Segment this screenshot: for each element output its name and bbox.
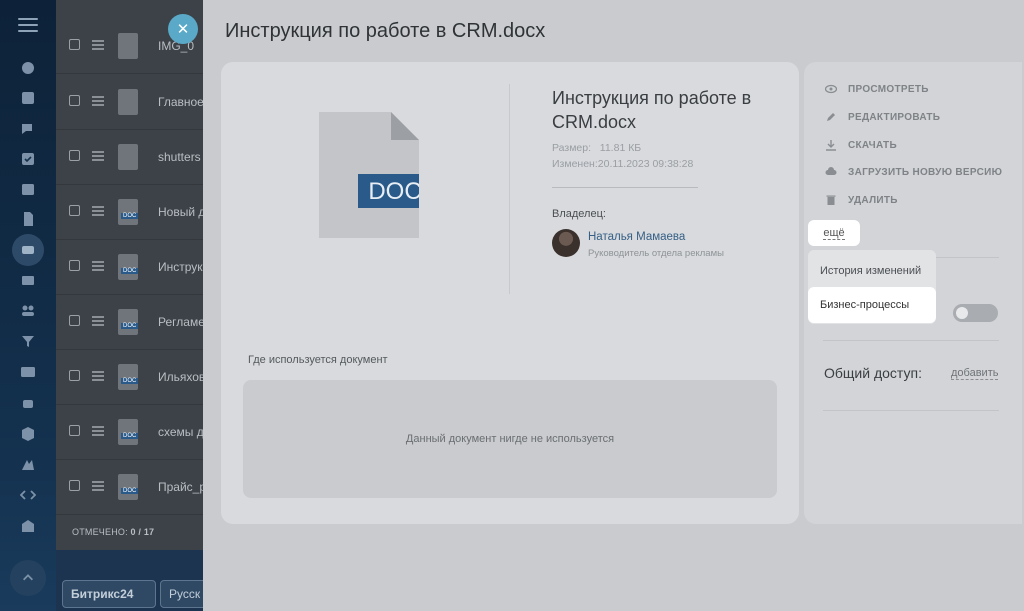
avatar[interactable] <box>552 229 580 257</box>
panel-title: Инструкция по работе в CRM.docx <box>225 20 546 42</box>
contact-card-icon[interactable] <box>18 362 38 382</box>
divider <box>552 187 698 188</box>
drag-handle-icon[interactable] <box>92 426 104 436</box>
store-icon[interactable] <box>18 516 38 536</box>
feed-icon[interactable] <box>18 58 38 78</box>
toggle-switch[interactable] <box>953 304 998 322</box>
owner-label: Владелец: <box>552 208 606 220</box>
doc-badge: DOC <box>368 178 419 205</box>
row-checkbox[interactable] <box>69 315 80 326</box>
modified-value: 20.11.2023 09:38:28 <box>597 158 694 170</box>
view-button[interactable]: ПРОСМОТРЕТЬ <box>824 81 929 97</box>
modified-info: Изменен:20.11.2023 09:38:28 <box>552 158 693 170</box>
drive-icon[interactable] <box>12 234 44 266</box>
doc-file-icon <box>118 474 139 500</box>
image-file-icon <box>118 144 138 170</box>
download-icon <box>824 138 838 152</box>
menu-icon[interactable] <box>18 18 38 32</box>
size-value: 11.81 КБ <box>599 142 642 154</box>
doc-file-icon: DOC <box>319 112 419 238</box>
sharing-add-link[interactable]: добавить <box>951 367 999 380</box>
selected-counter-value: 0 / 17 <box>130 527 155 537</box>
size-label: Размер: <box>552 142 592 154</box>
tasks-icon[interactable] <box>18 88 38 108</box>
more-button[interactable]: ещё <box>808 220 860 246</box>
row-checkbox[interactable] <box>69 425 80 436</box>
row-checkbox[interactable] <box>69 205 80 216</box>
document-title: Инструкция по работе в CRM.docx <box>552 88 752 132</box>
view-label: ПРОСМОТРЕТЬ <box>848 83 929 95</box>
funnel-icon[interactable] <box>18 331 38 351</box>
row-checkbox[interactable] <box>69 95 80 106</box>
drag-handle-icon[interactable] <box>92 261 104 271</box>
cloud-upload-icon <box>824 165 838 179</box>
sharing-label: Общий доступ: <box>824 365 922 381</box>
owner-name-link[interactable]: Наталья Мамаева <box>588 231 685 243</box>
drag-handle-icon[interactable] <box>92 96 104 106</box>
chat-icon[interactable] <box>18 119 38 139</box>
close-panel-button[interactable]: ✕ <box>168 14 198 44</box>
divider <box>823 340 999 341</box>
menu-item-business-processes[interactable]: Бизнес-процессы <box>808 287 936 323</box>
row-checkbox[interactable] <box>69 150 80 161</box>
download-label: СКАЧАТЬ <box>848 139 897 151</box>
more-label: ещё <box>823 226 845 240</box>
owner-role: Руководитель отдела рекламы <box>588 248 724 259</box>
doc-file-icon <box>118 364 139 390</box>
delete-label: УДАЛИТЬ <box>848 194 898 206</box>
download-button[interactable]: СКАЧАТЬ <box>824 137 897 153</box>
selected-counter-label: ОТМЕЧЕНО: <box>72 527 128 537</box>
doc-file-icon <box>118 199 139 225</box>
divider <box>509 84 510 294</box>
usage-empty-state: Данный документ нигде не используется <box>243 380 777 498</box>
usage-label: Где используется документ <box>248 354 388 366</box>
edit-button[interactable]: РЕДАКТИРОВАТЬ <box>824 109 940 125</box>
delete-button[interactable]: УДАЛИТЬ <box>824 192 898 208</box>
drag-handle-icon[interactable] <box>92 40 104 50</box>
mail-icon[interactable] <box>18 270 38 290</box>
left-icon-rail <box>0 0 56 611</box>
image-file-icon <box>118 33 138 59</box>
file-detail-panel: Инструкция по работе в CRM.docx DOC Инст… <box>203 0 1024 611</box>
upload-label: ЗАГРУЗИТЬ НОВУЮ ВЕРСИЮ <box>848 166 1003 178</box>
document-card: DOC Инструкция по работе в CRM.docx Разм… <box>221 62 799 524</box>
image-file-icon <box>118 89 138 115</box>
drag-handle-icon[interactable] <box>92 151 104 161</box>
users-icon[interactable] <box>18 300 38 320</box>
drag-handle-icon[interactable] <box>92 371 104 381</box>
checkbox-icon[interactable] <box>18 149 38 169</box>
row-checkbox[interactable] <box>69 39 80 50</box>
document-icon[interactable] <box>18 209 38 229</box>
box-icon[interactable] <box>18 424 38 444</box>
doc-file-icon <box>118 309 139 335</box>
marketing-icon[interactable] <box>18 455 38 475</box>
row-checkbox[interactable] <box>69 260 80 271</box>
drag-handle-icon[interactable] <box>92 316 104 326</box>
trash-icon <box>824 193 838 207</box>
size-info: Размер: 11.81 КБ <box>552 142 641 154</box>
drag-handle-icon[interactable] <box>92 481 104 491</box>
doc-file-icon <box>118 419 139 445</box>
eye-icon <box>824 82 838 96</box>
modified-label: Изменен: <box>552 158 598 170</box>
row-checkbox[interactable] <box>69 370 80 381</box>
edit-label: РЕДАКТИРОВАТЬ <box>848 111 941 123</box>
upload-version-button[interactable]: ЗАГРУЗИТЬ НОВУЮ ВЕРСИЮ <box>824 164 1002 180</box>
close-icon: ✕ <box>176 21 190 38</box>
calendar-icon[interactable] <box>18 179 38 199</box>
code-icon[interactable] <box>18 485 38 505</box>
divider <box>823 410 999 411</box>
brand-button[interactable]: Битрикс24 <box>62 580 156 608</box>
pencil-icon <box>824 110 838 124</box>
scroll-up-icon[interactable] <box>10 560 46 596</box>
menu-item-history[interactable]: История изменений <box>820 265 921 277</box>
robot-icon[interactable] <box>18 393 38 413</box>
row-checkbox[interactable] <box>69 480 80 491</box>
selected-counter: ОТМЕЧЕНО: 0 / 17 <box>72 527 154 537</box>
drag-handle-icon[interactable] <box>92 206 104 216</box>
doc-file-icon <box>118 254 139 280</box>
